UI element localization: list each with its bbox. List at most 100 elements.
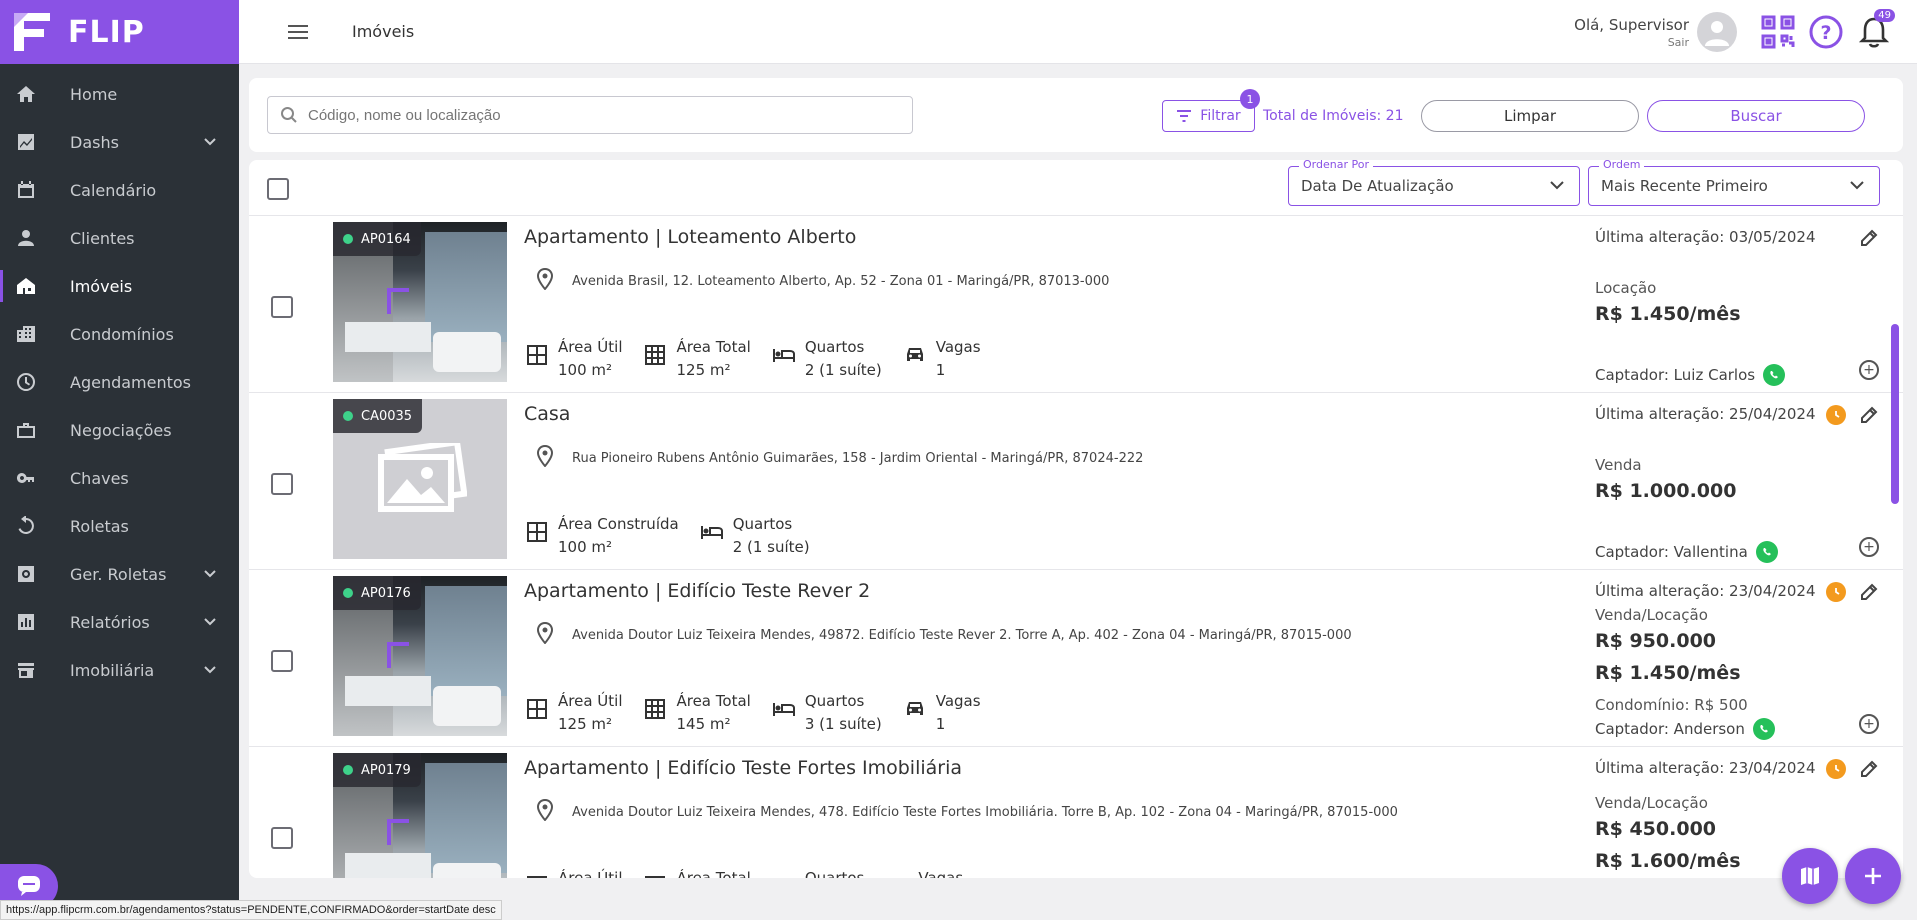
feature-item: Quartos 2 (1 suíte) [772, 336, 882, 382]
property-title[interactable]: Casa [524, 403, 570, 425]
key-icon [16, 468, 36, 488]
sidebar-item-dashs[interactable]: Dashs [0, 118, 239, 166]
sidebar-item-clientes[interactable]: Clientes [0, 214, 239, 262]
sidebar-nav: Home Dashs Calendário Clientes Imóveis Condom… [0, 64, 239, 694]
property-address: Avenida Doutor Luiz Teixeira Mendes, 478… [536, 798, 1398, 825]
property-code-badge: AP0164 [333, 222, 421, 256]
add-circle-icon[interactable]: + [1859, 537, 1879, 557]
filter-button[interactable]: Filtrar 1 [1162, 89, 1260, 132]
menu-toggle-icon[interactable] [288, 24, 308, 39]
image-placeholder-icon [378, 443, 467, 512]
chevron-down-icon[interactable] [203, 566, 217, 580]
whatsapp-icon[interactable] [1755, 541, 1778, 563]
price: R$ 1.450/mês [1595, 303, 1741, 325]
property-row[interactable]: AP0176 Apartamento | Edifício Teste Rever… [249, 570, 1903, 747]
map-view-button[interactable] [1782, 848, 1838, 904]
sidebar-item-relat-rios[interactable]: Relatórios [0, 598, 239, 646]
status-dot [343, 588, 353, 598]
order-select[interactable]: Ordem Mais Recente Primeiro [1588, 160, 1880, 206]
add-property-button[interactable] [1845, 848, 1901, 904]
search-button[interactable]: Buscar [1647, 100, 1865, 132]
logout-link[interactable]: Sair [1574, 36, 1689, 49]
property-photo-placeholder[interactable]: CA0035 [333, 399, 507, 559]
property-code-badge: AP0176 [333, 576, 421, 610]
property-code: AP0179 [361, 762, 411, 778]
property-row[interactable]: AP0179 Apartamento | Edifício Teste Forte… [249, 747, 1903, 878]
whatsapp-icon[interactable] [1763, 364, 1786, 386]
property-title[interactable]: Apartamento | Edifício Teste Rever 2 [524, 580, 870, 602]
sidebar-item-calend-rio[interactable]: Calendário [0, 166, 239, 214]
captador-text: Captador: Luiz Carlos [1595, 366, 1756, 384]
chevron-down-icon[interactable] [203, 134, 217, 148]
select-all-checkbox[interactable] [267, 178, 289, 200]
location-pin-icon [536, 267, 554, 294]
deal-type: Venda/Locação [1595, 606, 1708, 624]
row-checkbox[interactable] [271, 473, 293, 495]
search-input[interactable] [308, 106, 888, 124]
row-checkbox[interactable] [271, 296, 293, 318]
home-icon [16, 84, 36, 104]
qr-code-icon[interactable] [1759, 13, 1797, 51]
property-photo[interactable]: AP0179 [333, 753, 507, 878]
feature-item: Área Útil [526, 867, 622, 878]
search-field[interactable] [267, 96, 913, 134]
address-text: Avenida Doutor Luiz Teixeira Mendes, 478… [572, 804, 1398, 820]
feature-item: Vagas 1 [904, 336, 981, 382]
feature-value: 2 (1 suíte) [732, 538, 810, 556]
add-circle-icon[interactable]: + [1859, 360, 1879, 380]
clock-icon [1826, 405, 1846, 425]
feature-value: 3 (1 suíte) [804, 715, 882, 733]
property-photo[interactable]: AP0164 [333, 222, 507, 382]
sidebar-item-label: Agendamentos [70, 372, 192, 392]
property-title[interactable]: Apartamento | Loteamento Alberto [524, 226, 856, 248]
avatar[interactable] [1697, 12, 1737, 52]
whatsapp-icon[interactable] [1752, 718, 1775, 740]
status-dot [343, 234, 353, 244]
feature-value: 100 m² [558, 361, 613, 379]
feature-item: Área Construída 100 m² [526, 513, 679, 559]
brand-logo[interactable]: FLIP [0, 0, 239, 64]
feature-label: Vagas [935, 692, 981, 710]
property-row[interactable]: AP0164 Apartamento | Loteamento Alberto Av… [249, 216, 1903, 393]
row-checkbox[interactable] [271, 827, 293, 849]
row-checkbox[interactable] [271, 650, 293, 672]
sidebar-item-agendamentos[interactable]: Agendamentos [0, 358, 239, 406]
price: R$ 950.000 [1595, 630, 1717, 652]
property-features: Área Útil 100 m² Área Total 125 m² Quartos 2 … [526, 336, 1003, 382]
clear-button[interactable]: Limpar [1421, 100, 1639, 132]
sidebar-item-imobili-ria[interactable]: Imobiliária [0, 646, 239, 694]
feature-label: Vagas [918, 869, 964, 878]
sidebar-item-chaves[interactable]: Chaves [0, 454, 239, 502]
chevron-down-icon[interactable] [203, 662, 217, 676]
sidebar-item-negocia-es[interactable]: Negociações [0, 406, 239, 454]
order-label: Ordem [1599, 160, 1645, 171]
help-icon[interactable]: ? [1807, 13, 1845, 51]
sidebar-item-im-veis[interactable]: Imóveis [0, 262, 239, 310]
property-title[interactable]: Apartamento | Edifício Teste Fortes Imob… [524, 757, 962, 779]
store-icon [16, 660, 36, 680]
clock-icon [1826, 759, 1846, 779]
order-by-select[interactable]: Ordenar Por Data De Atualização [1288, 160, 1580, 206]
chevron-down-icon[interactable] [203, 614, 217, 628]
edit-icon[interactable] [1859, 759, 1879, 783]
sidebar-item-ger-roletas[interactable]: Ger. Roletas [0, 550, 239, 598]
sidebar-item-home[interactable]: Home [0, 70, 239, 118]
edit-icon[interactable] [1859, 405, 1879, 429]
property-address: Rua Pioneiro Rubens Antônio Guimarães, 1… [536, 444, 1143, 471]
captador: Captador: Vallentina [1595, 541, 1778, 563]
property-list: Ordenar Por Data De Atualização Ordem Ma… [249, 160, 1903, 878]
sidebar-item-roletas[interactable]: Roletas [0, 502, 239, 550]
feature-value: 100 m² [558, 538, 613, 556]
location-pin-icon [536, 444, 554, 471]
notification-bell-icon[interactable]: 49 [1855, 9, 1895, 51]
sidebar-item-condom-nios[interactable]: Condomínios [0, 310, 239, 358]
captador: Captador: Anderson [1595, 718, 1775, 740]
property-photo[interactable]: AP0176 [333, 576, 507, 736]
list-scrollbar[interactable] [1891, 324, 1899, 504]
page-title: Imóveis [352, 22, 415, 41]
property-row[interactable]: CA0035 Casa Rua Pioneiro Rubens Antônio Gu… [249, 393, 1903, 570]
edit-icon[interactable] [1859, 582, 1879, 606]
add-circle-icon[interactable]: + [1859, 714, 1879, 734]
edit-icon[interactable] [1859, 228, 1879, 252]
feature-label: Área Útil [558, 692, 623, 710]
